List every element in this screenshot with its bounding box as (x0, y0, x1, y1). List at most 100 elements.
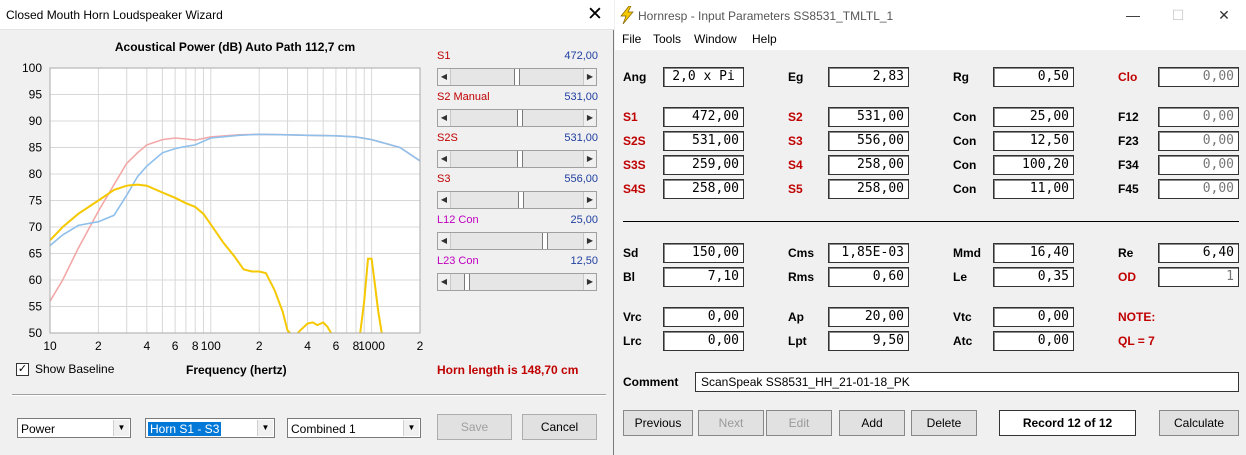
slider-track[interactable]: ◀ ▶ (437, 273, 597, 291)
param-field[interactable]: 0,00 (1158, 67, 1239, 87)
param-field[interactable]: 0,00 (1158, 107, 1239, 127)
chevron-down-icon[interactable]: ▼ (113, 420, 129, 436)
y-tick-label: 60 (29, 273, 43, 287)
horn-select[interactable]: Horn S1 - S3 ▼ (145, 418, 275, 438)
param-field[interactable]: 472,00 (663, 107, 744, 127)
param-label: Sd (623, 246, 639, 260)
param-field[interactable]: 259,00 (663, 155, 744, 175)
param-field[interactable]: 6,40 (1158, 243, 1239, 263)
chevron-right-icon[interactable]: ▶ (583, 233, 596, 249)
param-field[interactable]: 25,00 (993, 107, 1074, 127)
param-field[interactable]: 531,00 (663, 131, 744, 151)
slider-track[interactable]: ◀ ▶ (437, 191, 597, 209)
slider-thumb[interactable] (463, 274, 470, 290)
param-field[interactable]: 0,00 (993, 331, 1074, 351)
hornresp-window: Hornresp - Input Parameters SS8531_TMLTL… (615, 0, 1246, 455)
minimize-icon[interactable]: — (1118, 5, 1148, 25)
wizard-window: Closed Mouth Horn Loudspeaker Wizard ✕ A… (0, 0, 614, 455)
param-field[interactable]: 0,35 (993, 267, 1074, 287)
mode-select[interactable]: Combined 1 ▼ (287, 418, 421, 438)
calculate-button[interactable]: Calculate (1159, 410, 1239, 436)
add-button[interactable]: Add (839, 410, 905, 436)
chevron-left-icon[interactable]: ◀ (438, 110, 451, 126)
hornresp-title: Hornresp - Input Parameters SS8531_TMLTL… (638, 9, 894, 23)
comment-label: Comment (623, 375, 679, 389)
edit-button[interactable]: Edit (766, 410, 832, 436)
param-field[interactable]: 0,00 (1158, 179, 1239, 199)
chevron-left-icon[interactable]: ◀ (438, 151, 451, 167)
param-field[interactable]: 0,00 (663, 331, 744, 351)
slider-thumb[interactable] (516, 151, 523, 167)
y-tick-label: 55 (29, 300, 43, 314)
delete-button[interactable]: Delete (911, 410, 977, 436)
slider-thumb[interactable] (541, 233, 548, 249)
chevron-right-icon[interactable]: ▶ (583, 110, 596, 126)
param-field[interactable]: 258,00 (828, 155, 909, 175)
chevron-left-icon[interactable]: ◀ (438, 274, 451, 290)
chevron-left-icon[interactable]: ◀ (438, 192, 451, 208)
close-icon[interactable]: ✕ (584, 4, 606, 26)
slider-label: S1 (437, 50, 451, 62)
slider-track[interactable]: ◀ ▶ (437, 68, 597, 86)
slider-thumb[interactable] (514, 69, 520, 85)
x-tick-label: 2 (95, 339, 102, 353)
chevron-left-icon[interactable]: ◀ (438, 233, 451, 249)
save-button[interactable]: Save (437, 414, 512, 440)
show-baseline-checkbox[interactable]: ✓ Show Baseline (16, 362, 114, 376)
maximize-icon[interactable]: ☐ (1163, 5, 1193, 25)
x-tick-label: 6 (333, 339, 340, 353)
type-select[interactable]: Power ▼ (17, 418, 131, 438)
param-field[interactable]: 20,00 (828, 307, 909, 327)
param-field[interactable]: 7,10 (663, 267, 744, 287)
chevron-left-icon[interactable]: ◀ (438, 69, 451, 85)
param-field[interactable]: 12,50 (993, 131, 1074, 151)
close-icon[interactable]: ✕ (1209, 5, 1239, 25)
menu-file[interactable]: File (622, 32, 641, 46)
chevron-right-icon[interactable]: ▶ (583, 151, 596, 167)
param-field[interactable]: 0,60 (828, 267, 909, 287)
param-field[interactable]: 100,20 (993, 155, 1074, 175)
next-button[interactable]: Next (698, 410, 764, 436)
slider-value: 531,00 (564, 132, 598, 144)
slider-track[interactable]: ◀ ▶ (437, 232, 597, 250)
chevron-right-icon[interactable]: ▶ (583, 69, 596, 85)
param-field[interactable]: 1,85E-03 (828, 243, 909, 263)
cancel-button[interactable]: Cancel (522, 414, 597, 440)
slider-track[interactable]: ◀ ▶ (437, 150, 597, 168)
show-baseline-label: Show Baseline (35, 362, 115, 376)
param-label: Eg (788, 70, 804, 84)
param-field[interactable]: 0,00 (1158, 131, 1239, 151)
chevron-down-icon[interactable]: ▼ (403, 420, 419, 436)
slider-thumb[interactable] (516, 110, 523, 126)
param-field[interactable]: 258,00 (663, 179, 744, 199)
param-field[interactable]: 531,00 (828, 107, 909, 127)
menu-help[interactable]: Help (752, 32, 777, 46)
y-tick-label: 50 (29, 326, 43, 340)
param-field[interactable]: 0,00 (993, 307, 1074, 327)
x-axis-label: Frequency (hertz) (186, 363, 287, 377)
chevron-right-icon[interactable]: ▶ (583, 274, 596, 290)
param-field[interactable]: 556,00 (828, 131, 909, 151)
chevron-right-icon[interactable]: ▶ (583, 192, 596, 208)
param-field[interactable]: 150,00 (663, 243, 744, 263)
param-field[interactable]: 16,40 (993, 243, 1074, 263)
checkbox-check-icon[interactable]: ✓ (16, 362, 29, 376)
previous-button[interactable]: Previous (623, 410, 693, 436)
comment-field[interactable]: ScanSpeak SS8531_HH_21-01-18_PK (695, 372, 1239, 392)
slider-track[interactable]: ◀ ▶ (437, 109, 597, 127)
param-field[interactable]: 11,00 (993, 179, 1074, 199)
param-field[interactable]: 9,50 (828, 331, 909, 351)
slider-thumb[interactable] (517, 192, 524, 208)
y-tick-label: 70 (29, 220, 43, 234)
param-field[interactable]: 1 (1158, 267, 1239, 287)
param-field[interactable]: 2,0 x Pi (663, 67, 744, 87)
menu-window[interactable]: Window (694, 32, 737, 46)
param-field[interactable]: 2,83 (828, 67, 909, 87)
param-field[interactable]: 0,50 (993, 67, 1074, 87)
menu-tools[interactable]: Tools (653, 32, 681, 46)
param-field[interactable]: 258,00 (828, 179, 909, 199)
param-field[interactable]: 0,00 (663, 307, 744, 327)
param-label: F12 (1118, 110, 1139, 124)
param-field[interactable]: 0,00 (1158, 155, 1239, 175)
chevron-down-icon[interactable]: ▼ (257, 420, 273, 436)
